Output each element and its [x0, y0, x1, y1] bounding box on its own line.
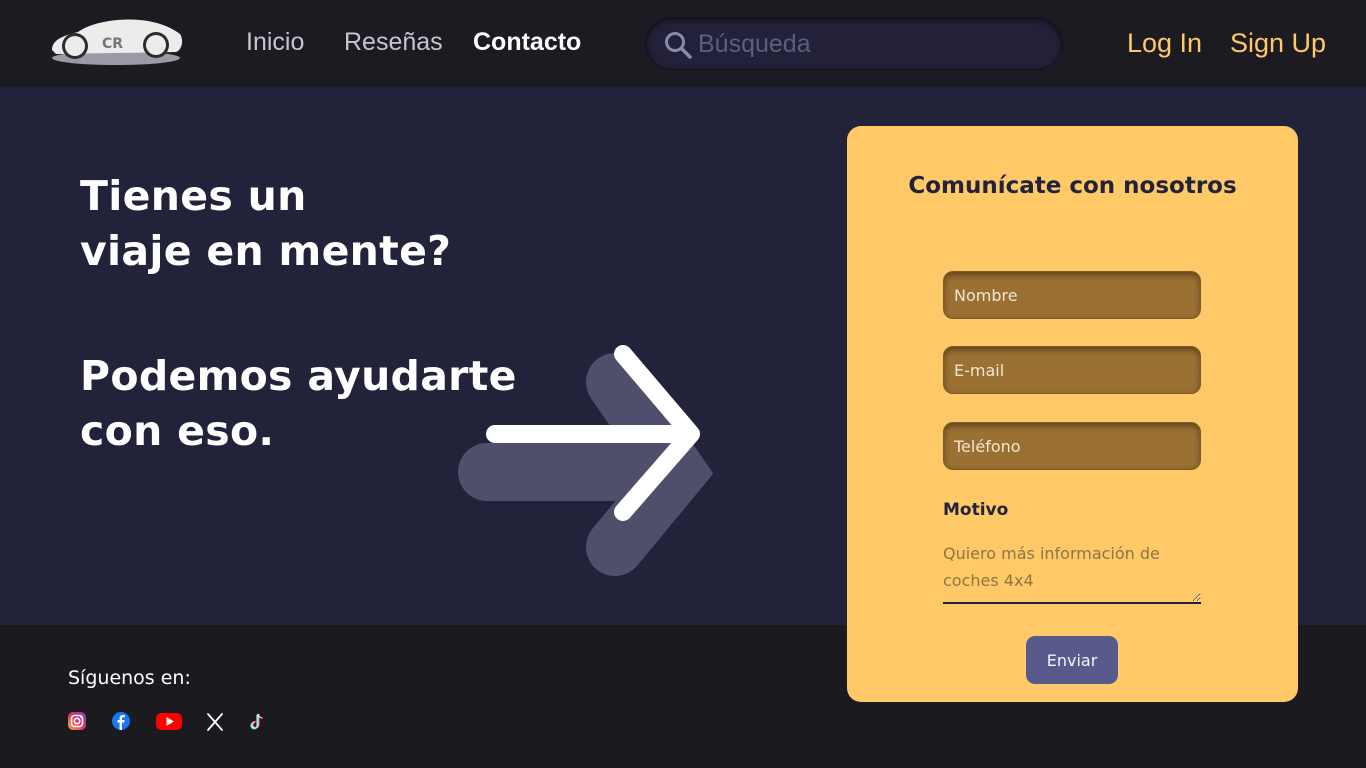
hero-line-1: Tienes un [80, 172, 307, 220]
hero-heading-1: Tienes un viaje en mente? [80, 169, 451, 279]
search-input[interactable] [698, 26, 1038, 62]
x-icon[interactable] [205, 711, 227, 733]
name-field[interactable] [943, 271, 1201, 319]
logo-car-icon[interactable]: CR [48, 14, 184, 68]
email-field[interactable] [943, 346, 1201, 394]
login-link[interactable]: Log In [1127, 28, 1202, 59]
motivo-label: Motivo [943, 500, 1009, 520]
contact-form-card: Comunícate con nosotros Motivo Enviar [847, 126, 1298, 702]
hero-line-2: viaje en mente? [80, 227, 452, 275]
nav-inicio[interactable]: Inicio [246, 28, 304, 57]
email-input[interactable] [944, 347, 1200, 393]
search-bar[interactable] [645, 17, 1063, 70]
header: CR Inicio Reseñas Contacto Log In Sign U… [0, 0, 1366, 87]
form-title: Comunícate con nosotros [908, 173, 1237, 199]
phone-input[interactable] [944, 423, 1200, 469]
follow-label: Síguenos en: [68, 667, 191, 689]
name-input[interactable] [944, 272, 1200, 318]
submit-button[interactable]: Enviar [1026, 636, 1118, 684]
nav-resenas[interactable]: Reseñas [344, 28, 443, 57]
facebook-icon[interactable] [111, 711, 133, 733]
nav-contacto[interactable]: Contacto [473, 28, 581, 57]
signup-link[interactable]: Sign Up [1230, 28, 1326, 59]
motivo-textarea[interactable] [943, 540, 1201, 604]
hero-line-3: Podemos ayudarte [80, 352, 517, 400]
hero-heading-2: Podemos ayudarte con eso. [80, 349, 517, 459]
phone-field[interactable] [943, 422, 1201, 470]
youtube-icon[interactable] [156, 711, 182, 733]
arrow-right-icon [458, 345, 714, 576]
logo-text: CR [102, 36, 123, 52]
instagram-icon[interactable] [67, 711, 89, 733]
tiktok-icon[interactable] [248, 711, 270, 733]
search-icon[interactable] [664, 31, 692, 59]
hero-line-4: con eso. [80, 407, 275, 455]
